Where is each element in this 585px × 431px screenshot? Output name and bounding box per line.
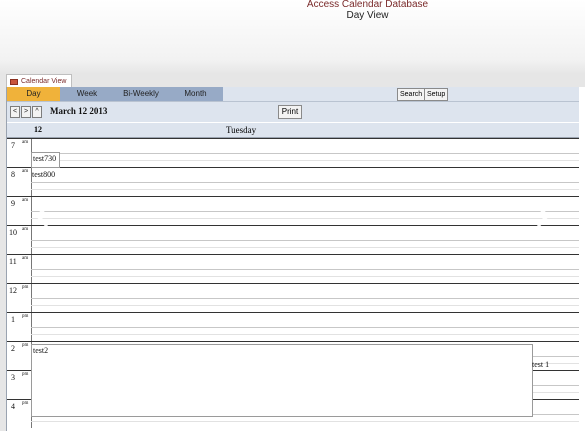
hour-row[interactable]: 12 pm [7,283,579,312]
hour-label: 1 [11,315,15,324]
next-day-button[interactable]: > [21,106,31,118]
current-date-label: March 12 2013 [50,106,108,116]
hour-row[interactable]: 8 am [7,167,579,196]
day-name: Tuesday [226,125,257,135]
hour-row[interactable]: 9 am [7,196,579,225]
ampm-label: pm [22,401,29,406]
day-grid: 7 am 8 am 9 am 10 am 11 am 12 pm 1 pm 2 pm [7,138,579,431]
hour-label: 8 [11,170,15,179]
hour-label: 11 [9,257,17,266]
event-block-test2[interactable] [31,344,533,417]
hour-gutter: 2 pm [7,342,32,370]
hour-label: 2 [11,344,15,353]
event-test-1[interactable]: test 1 [532,360,549,369]
ampm-label: am [22,227,29,232]
day-number: 12 [34,125,42,134]
hour-label: 4 [11,402,15,411]
hour-label: 10 [9,228,17,237]
day-header: 12 Tuesday [7,123,579,138]
hour-gutter: 10 am [7,226,32,254]
tab-bi-weekly[interactable]: Bi-Weekly [114,87,168,101]
calendar-form: Day Week Bi-Weekly Month Search Setup < … [6,87,585,431]
hour-row[interactable]: 11 am [7,254,579,283]
view-title: Day View [346,10,389,21]
event-test730[interactable]: test730 [33,154,56,163]
event-test800[interactable]: test800 [32,170,55,179]
previous-day-button[interactable]: < [10,106,20,118]
hour-row[interactable]: 10 am [7,225,579,254]
ampm-label: pm [22,343,29,348]
setup-button[interactable]: Setup [424,88,449,101]
tab-week[interactable]: Week [60,87,114,101]
hour-gutter: 1 pm [7,313,32,341]
search-button[interactable]: Search [397,88,426,101]
document-tab-calendar-view[interactable]: Calendar View [6,74,73,88]
hour-gutter: 7 am [7,139,32,167]
ampm-label: am [22,169,29,174]
hour-gutter: 12 pm [7,284,32,312]
hour-row[interactable]: 1 pm [7,312,579,341]
hour-gutter: 9 am [7,197,32,225]
tab-day[interactable]: Day [7,87,60,101]
date-bar: < > ^ March 12 2013 Print [7,102,579,122]
hour-gutter: 3 pm [7,371,32,399]
view-tab-bar: Day Week Bi-Weekly Month Search Setup [7,87,579,102]
event-test2[interactable]: test2 [33,346,48,355]
hour-label: 3 [11,373,15,382]
hour-gutter: 11 am [7,255,32,283]
form-icon [10,78,18,85]
ampm-label: pm [22,314,29,319]
hour-label: 12 [9,286,17,295]
ampm-label: am [22,140,29,145]
hour-gutter: 8 am [7,168,32,196]
today-button[interactable]: ^ [32,106,42,118]
ampm-label: pm [22,285,29,290]
hour-label: 9 [11,199,15,208]
print-button[interactable]: Print [278,105,302,119]
ampm-label: am [22,198,29,203]
tab-month[interactable]: Month [168,87,223,101]
app-title: Access Calendar Database [306,0,429,10]
previous-arrow-icon[interactable] [34,205,50,227]
ampm-label: pm [22,372,29,377]
next-arrow-icon[interactable] [535,205,551,227]
ampm-label: am [22,256,29,261]
document-tab-label: Calendar View [21,78,67,85]
hour-label: 7 [11,141,15,150]
hour-row[interactable]: 7 am [7,138,579,167]
hour-gutter: 4 pm [7,400,32,428]
